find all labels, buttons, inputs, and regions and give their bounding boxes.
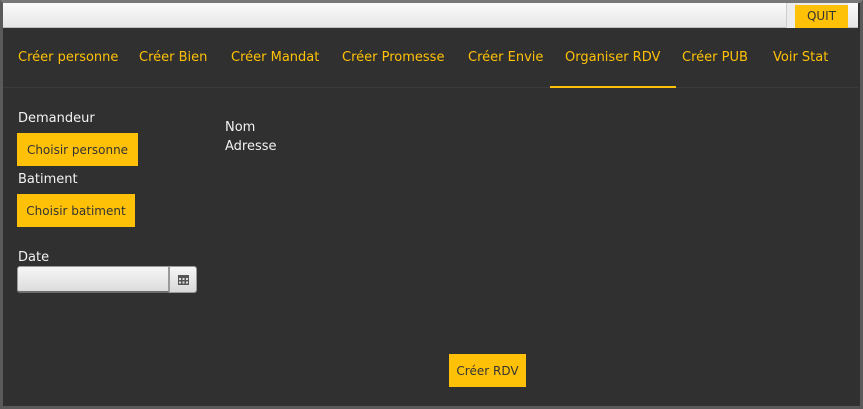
top-bar: QUIT — [3, 3, 858, 28]
choose-person-button[interactable]: Choisir personne — [17, 133, 138, 166]
tab-bar: Créer personne Créer Bien Créer Mandat C… — [3, 28, 858, 88]
quit-container: QUIT — [786, 3, 848, 28]
date-picker-button[interactable] — [169, 266, 197, 293]
tab-organiser-rdv[interactable]: Organiser RDV — [549, 28, 677, 88]
create-rdv-button[interactable]: Créer RDV — [449, 354, 526, 387]
tab-creer-promesse[interactable]: Créer Promesse — [342, 28, 444, 88]
adresse-label: Adresse — [225, 139, 277, 154]
tab-creer-pub[interactable]: Créer PUB — [682, 28, 748, 88]
tab-creer-bien[interactable]: Créer Bien — [139, 28, 207, 88]
tab-voir-stat[interactable]: Voir Stat — [773, 28, 828, 88]
nom-label: Nom — [225, 120, 256, 135]
quit-button[interactable]: QUIT — [795, 5, 848, 28]
date-field[interactable] — [17, 266, 169, 293]
tab-creer-envie[interactable]: Créer Envie — [468, 28, 543, 88]
tab-creer-personne[interactable]: Créer personne — [18, 28, 118, 88]
batiment-label: Batiment — [18, 172, 78, 187]
calendar-icon — [178, 275, 189, 285]
choose-building-button[interactable]: Choisir batiment — [17, 194, 135, 227]
demandeur-label: Demandeur — [18, 111, 95, 126]
date-label: Date — [18, 250, 50, 265]
tab-creer-mandat[interactable]: Créer Mandat — [231, 28, 319, 88]
